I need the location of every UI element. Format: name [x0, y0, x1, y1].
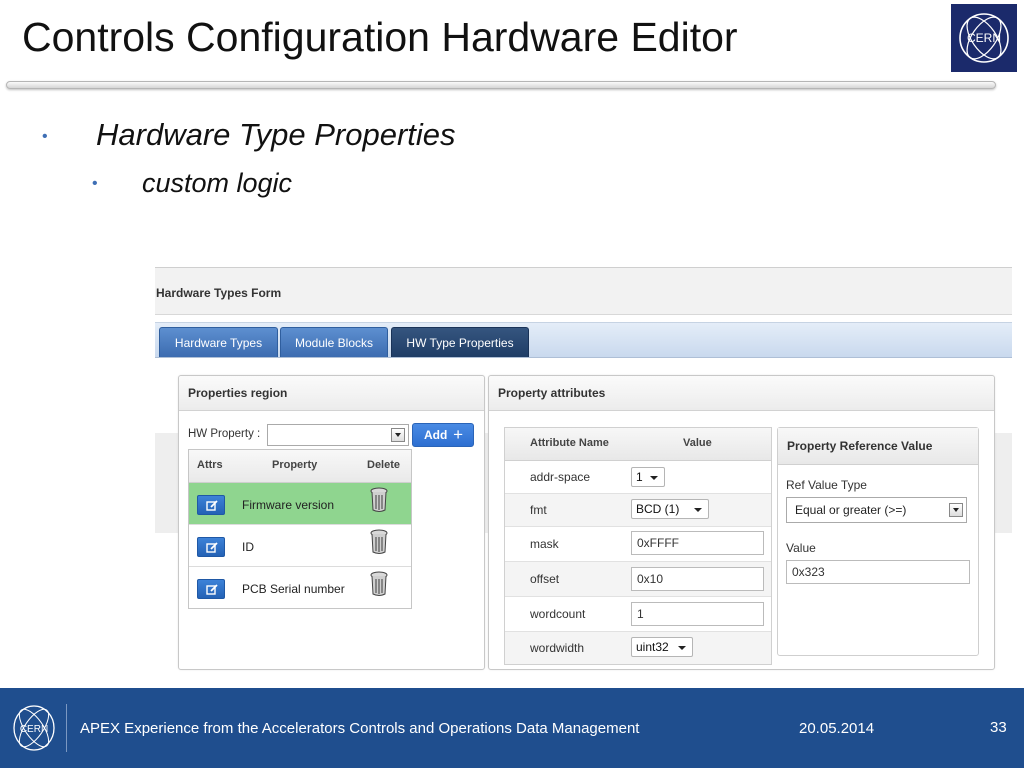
wordcount-input[interactable]: 1 — [631, 602, 764, 626]
dropdown-arrow-icon — [391, 428, 405, 442]
ref-value-type-label: Ref Value Type — [786, 478, 867, 492]
bullet-dot: • — [92, 175, 98, 192]
ref-value-type-select[interactable]: Equal or greater (>=) — [786, 497, 967, 523]
attribute-name: fmt — [530, 503, 547, 517]
trash-icon[interactable] — [369, 571, 389, 597]
bullet-text: Hardware Type Properties — [96, 117, 456, 152]
attribute-row-offset: offset 0x10 — [505, 562, 771, 597]
bullet-hardware-type-properties: • Hardware Type Properties — [42, 117, 456, 153]
property-name: Firmware version — [242, 498, 335, 512]
attribute-name: wordwidth — [530, 641, 585, 655]
svg-text:CERN: CERN — [967, 31, 1001, 45]
slide-title: Controls Configuration Hardware Editor — [22, 14, 738, 60]
value-label: Value — [786, 541, 816, 555]
attribute-row-mask: mask 0xFFFF — [505, 527, 771, 562]
fmt-select[interactable]: BCD (1) — [631, 499, 709, 519]
column-header-property: Property — [272, 459, 318, 471]
mask-input[interactable]: 0xFFFF — [631, 531, 764, 555]
column-header-attrs: Attrs — [197, 459, 223, 471]
property-name: ID — [242, 540, 254, 554]
bullet-custom-logic: • custom logic — [92, 168, 293, 199]
form-title: Hardware Types Form — [156, 286, 282, 300]
ref-value-type-value: Equal or greater (>=) — [795, 503, 907, 517]
properties-table-header: Attrs Property Delete — [189, 450, 411, 483]
column-header-value: Value — [683, 437, 712, 449]
edit-attrs-button[interactable] — [197, 579, 225, 599]
reference-value-input[interactable]: 0x323 — [786, 560, 970, 584]
tab-hw-type-properties[interactable]: HW Type Properties — [391, 327, 529, 357]
add-button-label: Add — [424, 428, 448, 442]
wordwidth-select[interactable]: uint32 — [631, 637, 693, 657]
edit-icon — [206, 542, 218, 553]
offset-input[interactable]: 0x10 — [631, 567, 764, 591]
edit-icon — [206, 500, 218, 511]
property-row-firmware-version[interactable]: Firmware version — [189, 483, 411, 525]
attribute-row-wordcount: wordcount 1 — [505, 597, 771, 632]
slide-footer: CERN APEX Experience from the Accelerato… — [0, 688, 1024, 768]
property-reference-panel: Property Reference Value Ref Value Type … — [777, 427, 979, 656]
attributes-table: Attribute Name Value addr-space 1 fmt BC… — [504, 427, 772, 665]
footer-text: APEX Experience from the Accelerators Co… — [80, 720, 640, 737]
property-name: PCB Serial number — [242, 582, 345, 596]
attribute-row-addr-space: addr-space 1 — [505, 461, 771, 494]
plus-icon: + — [453, 425, 463, 444]
property-attributes-panel: Property attributes Attribute Name Value… — [488, 375, 995, 670]
trash-icon[interactable] — [369, 487, 389, 513]
attribute-row-fmt: fmt BCD (1) — [505, 494, 771, 527]
cern-footer-logo-icon: CERN — [13, 705, 55, 751]
footer-date: 20.05.2014 — [799, 720, 875, 737]
form-header: Hardware Types Form — [155, 267, 1012, 315]
edit-attrs-button[interactable] — [197, 537, 225, 557]
addr-space-select[interactable]: 1 — [631, 467, 665, 487]
bullet-text: custom logic — [142, 168, 293, 198]
attribute-name: offset — [530, 572, 560, 586]
hw-property-label: HW Property : — [188, 428, 261, 440]
tab-bar: Hardware Types Module Blocks HW Type Pro… — [155, 322, 1012, 358]
add-button[interactable]: Add + — [412, 423, 474, 447]
tab-module-blocks[interactable]: Module Blocks — [280, 327, 388, 357]
attribute-name: mask — [530, 537, 559, 551]
column-header-attribute-name: Attribute Name — [530, 437, 609, 449]
attribute-name: wordcount — [530, 607, 586, 621]
page-number: 33 — [990, 719, 1007, 736]
edit-icon — [206, 584, 218, 595]
attribute-name: addr-space — [530, 470, 591, 484]
properties-region-title: Properties region — [179, 376, 484, 411]
column-header-delete: Delete — [367, 459, 401, 471]
tab-hardware-types[interactable]: Hardware Types — [159, 327, 278, 357]
dropdown-arrow-icon — [949, 503, 963, 517]
bullet-dot: • — [42, 128, 48, 145]
property-reference-title: Property Reference Value — [778, 428, 978, 465]
hardware-types-app: Hardware Types Form Hardware Types Modul… — [155, 267, 1012, 691]
trash-icon[interactable] — [369, 529, 389, 555]
footer-separator — [66, 704, 67, 752]
hw-property-select[interactable] — [267, 424, 409, 446]
attributes-table-header: Attribute Name Value — [505, 428, 771, 461]
property-row-id[interactable]: ID — [189, 525, 411, 567]
property-attributes-title: Property attributes — [489, 376, 994, 411]
title-divider — [6, 81, 996, 89]
properties-table: Attrs Property Delete Firmware version I… — [188, 449, 412, 609]
attribute-row-wordwidth: wordwidth uint32 — [505, 632, 771, 664]
edit-attrs-button[interactable] — [197, 495, 225, 515]
property-row-pcb-serial-number[interactable]: PCB Serial number — [189, 567, 411, 608]
cern-logo-icon: CERN — [959, 13, 1009, 63]
svg-text:CERN: CERN — [20, 724, 48, 735]
cern-logo: CERN — [951, 4, 1017, 72]
